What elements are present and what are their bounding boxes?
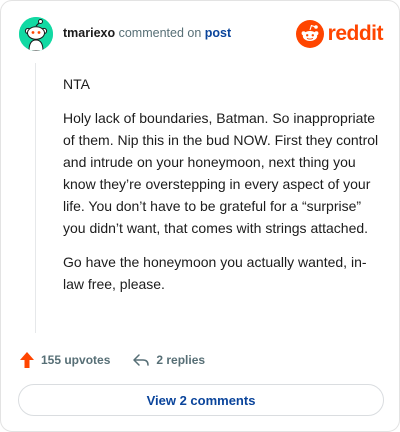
comment-paragraph: Go have the honeymoon you actually wante… xyxy=(63,254,367,292)
comment-actions: 155 upvotes 2 replies xyxy=(19,348,205,372)
reply-arrow-icon xyxy=(133,354,150,366)
comment-paragraph: Holy lack of boundaries, Batman. So inap… xyxy=(63,110,379,236)
view-comments-button[interactable]: View 2 comments xyxy=(18,384,384,416)
username-link[interactable]: tmariexo xyxy=(63,26,115,40)
comment-header: tmariexo commented on post reddit xyxy=(19,17,384,53)
reply-count: 2 replies xyxy=(156,353,206,367)
comment-paragraph: NTA xyxy=(63,76,90,92)
reddit-wordmark: reddit xyxy=(327,22,384,45)
reddit-logo[interactable]: reddit xyxy=(295,19,384,49)
user-avatar-icon[interactable] xyxy=(19,17,53,51)
thread-line[interactable] xyxy=(35,63,36,333)
comment-card: tmariexo commented on post reddit NTA Ho… xyxy=(0,0,400,432)
upvote-arrow-icon xyxy=(20,352,34,368)
post-link[interactable]: post xyxy=(205,26,231,40)
comment-body: NTA Holy lack of boundaries, Batman. So … xyxy=(63,73,383,307)
upvote-button[interactable]: 155 upvotes xyxy=(19,351,110,369)
action-text: commented on xyxy=(118,26,202,40)
reply-button[interactable]: 2 replies xyxy=(132,352,205,368)
upvote-count: 155 upvotes xyxy=(41,353,111,367)
reddit-logo-icon xyxy=(295,20,324,48)
comment-meta: tmariexo commented on post xyxy=(63,26,231,40)
